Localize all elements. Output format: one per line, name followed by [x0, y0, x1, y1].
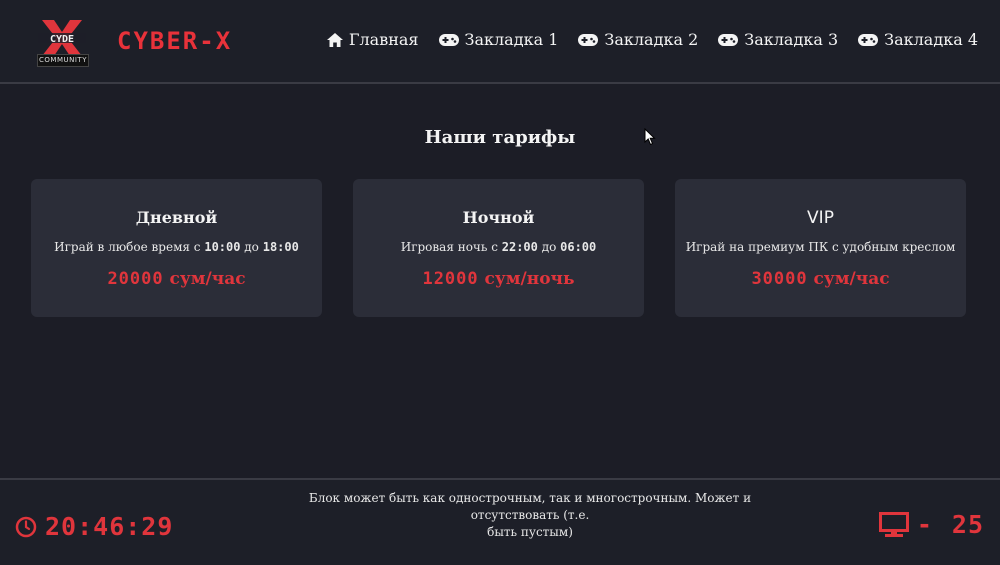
time-to: 18:00	[262, 240, 299, 254]
card-title: Дневной	[135, 208, 218, 227]
footer-note-line: быть пустым)	[487, 525, 573, 539]
pc-count: 25	[951, 510, 984, 539]
card-title: VIP	[807, 208, 834, 228]
pc-separator: -	[916, 510, 932, 539]
card-description: Играй в любое время с 10:00 до 18:00	[31, 240, 322, 254]
gamepad-icon	[718, 33, 739, 46]
gamepad-icon	[578, 33, 599, 46]
nav-label: Главная	[348, 30, 419, 49]
section-title: Наши тарифы	[424, 127, 576, 148]
price-value: 30000	[751, 269, 808, 289]
nav-item-tab-3[interactable]: Закладка 3	[718, 30, 838, 49]
gamepad-icon	[438, 33, 459, 46]
pc-counter: - 25	[878, 510, 984, 539]
nav-item-tab-1[interactable]: Закладка 1	[438, 30, 559, 49]
nav-item-home[interactable]: Главная	[326, 30, 419, 49]
footer: 20:46:29 Блок может быть как однострочны…	[0, 478, 1000, 565]
clock-icon	[15, 516, 37, 537]
price-value: 20000	[107, 269, 164, 289]
header: CYDE COMMUNITY CYBER-X Главная Закладка …	[0, 0, 1000, 84]
time-to: 06:00	[560, 240, 597, 254]
price-unit: сум/час	[163, 269, 246, 289]
tariff-card-day[interactable]: Дневной Играй в любое время с 10:00 до 1…	[31, 179, 322, 317]
price-value: 12000	[422, 269, 479, 289]
desc-text: до	[537, 240, 561, 254]
card-price: 12000 сум/ночь	[353, 269, 644, 289]
card-description: Игровая ночь с 22:00 до 06:00	[353, 240, 644, 254]
clock: 20:46:29	[15, 512, 173, 541]
nav-label: Закладка 4	[884, 30, 978, 49]
tariff-card-night[interactable]: Ночной Игровая ночь с 22:00 до 06:00 120…	[353, 179, 644, 317]
brand-name[interactable]: CYBER-X	[117, 27, 232, 55]
nav-label: Закладка 3	[744, 30, 839, 49]
logo-badge: COMMUNITY	[37, 54, 89, 67]
tariff-card-vip[interactable]: VIP Играй на премиум ПК с удобным кресло…	[675, 179, 966, 317]
price-unit: сум/ночь	[478, 269, 575, 289]
nav-item-tab-4[interactable]: Закладка 4	[858, 30, 978, 49]
gamepad-icon	[858, 33, 879, 46]
card-price: 30000 сум/час	[675, 269, 966, 289]
logo-x-icon: CYDE	[38, 20, 86, 56]
desc-text: до	[240, 240, 263, 254]
price-unit: сум/час	[807, 269, 890, 289]
footer-note: Блок может быть как однострочным, так и …	[280, 490, 780, 541]
card-description: Играй на премиум ПК с удобным креслом	[685, 240, 956, 254]
clock-time: 20:46:29	[45, 512, 174, 541]
logo[interactable]: CYDE COMMUNITY	[36, 18, 89, 67]
card-price: 20000 сум/час	[31, 269, 322, 289]
home-icon	[326, 32, 343, 47]
svg-text:CYDE: CYDE	[50, 34, 74, 45]
time-from: 22:00	[501, 240, 538, 254]
tariff-cards: Дневной Играй в любое время с 10:00 до 1…	[31, 179, 966, 317]
card-title: Ночной	[462, 208, 535, 227]
desc-text: Игровая ночь с	[400, 240, 502, 254]
nav-label: Закладка 1	[464, 30, 559, 49]
monitor-icon	[878, 511, 909, 537]
main-nav: Главная Закладка 1 Закладка 2 Закладка 3…	[326, 30, 978, 49]
nav-label: Закладка 2	[604, 30, 699, 49]
desc-text: Играй в любое время с	[54, 240, 205, 254]
footer-note-line: Блок может быть как однострочным, так и …	[308, 491, 752, 522]
nav-item-tab-2[interactable]: Закладка 2	[578, 30, 698, 49]
time-from: 10:00	[204, 240, 241, 254]
